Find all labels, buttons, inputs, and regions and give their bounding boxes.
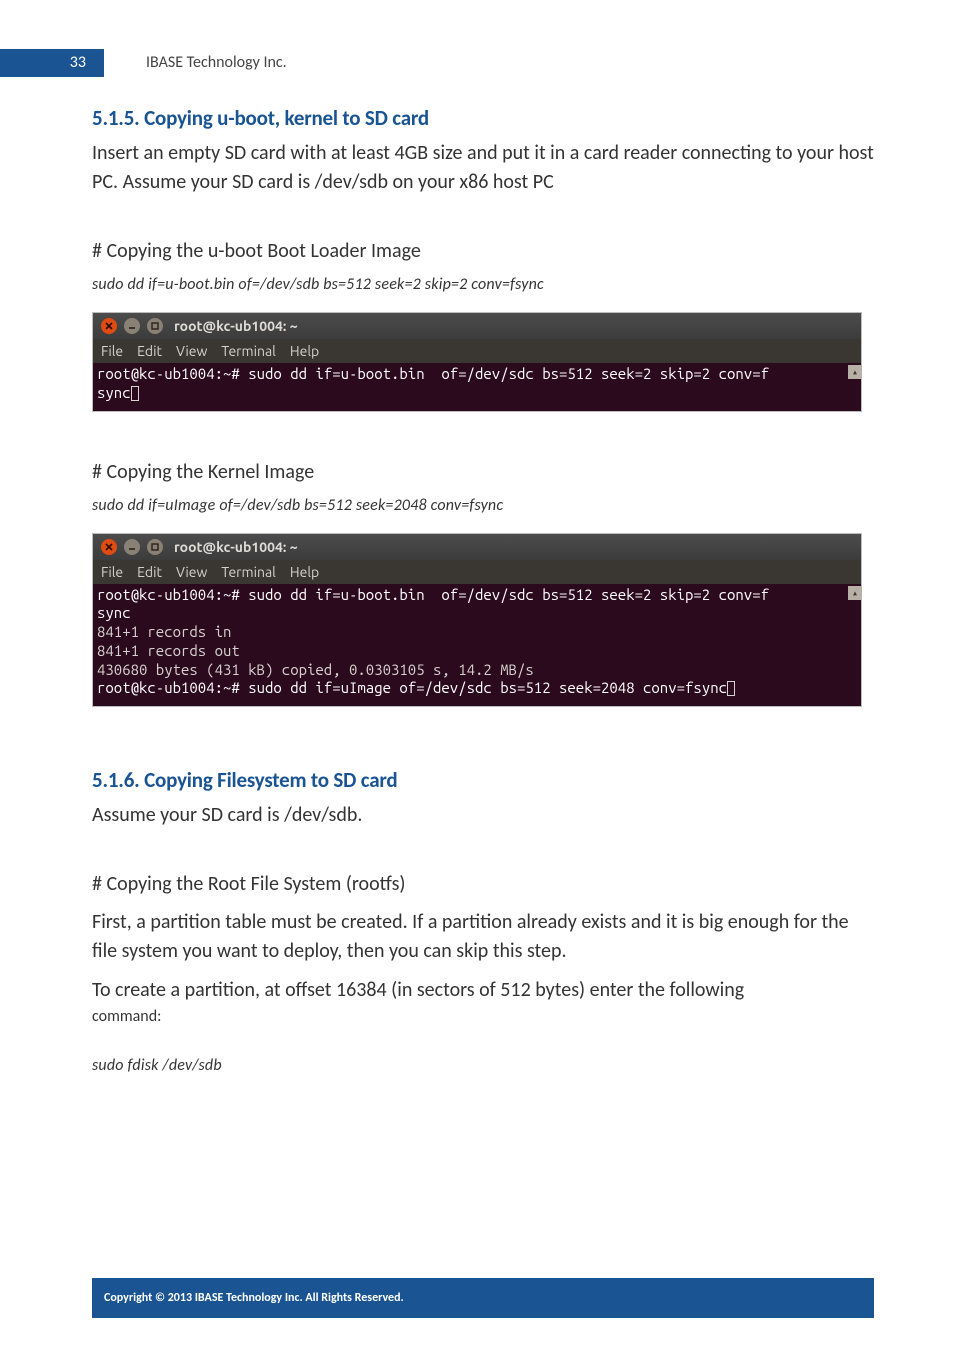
- terminal-screenshot-2: root@kc-ub1004: ~ File Edit View Termina…: [92, 533, 862, 708]
- menu-view: View: [176, 343, 207, 359]
- scroll-up-icon: ▴: [848, 586, 862, 600]
- section-516-title: 5.1.6. Copying Filesystem to SD card: [92, 767, 874, 793]
- term2-line5: 430680 bytes (431 kB) copied, 0.0303105 …: [97, 661, 534, 678]
- term2-line2: sync: [97, 604, 131, 621]
- maximize-icon: [147, 539, 163, 555]
- terminal-menubar: File Edit View Terminal Help: [93, 560, 861, 584]
- menu-file: File: [101, 564, 123, 580]
- copyright-footer: Copyright © 2013 IBASE Technology Inc. A…: [92, 1278, 874, 1318]
- term1-line2: sync: [97, 384, 131, 401]
- term2-line1: root@kc-ub1004:~# sudo dd if=u-boot.bin …: [97, 586, 769, 603]
- fdisk-command: sudo fdisk /dev/sdb: [92, 1056, 874, 1075]
- menu-help: Help: [290, 564, 319, 580]
- scroll-up-icon: ▴: [848, 365, 862, 379]
- minimize-icon: [124, 318, 140, 334]
- terminal-output: root@kc-ub1004:~# sudo dd if=u-boot.bin …: [93, 584, 861, 701]
- kernel-copy-command: sudo dd if=uImage of=/dev/sdb bs=512 see…: [92, 496, 874, 515]
- menu-file: File: [101, 343, 123, 359]
- term2-line4: 841+1 records out: [97, 642, 240, 659]
- menu-edit: Edit: [137, 343, 162, 359]
- terminal-menubar: File Edit View Terminal Help: [93, 339, 861, 363]
- term2-line6: root@kc-ub1004:~# sudo dd if=uImage of=/…: [97, 679, 727, 696]
- terminal-screenshot-1: root@kc-ub1004: ~ File Edit View Termina…: [92, 312, 862, 412]
- minimize-icon: [124, 539, 140, 555]
- term2-line3: 841+1 records in: [97, 623, 231, 640]
- uboot-copy-heading: # Copying the u-boot Boot Loader Image: [92, 237, 874, 265]
- terminal-output: root@kc-ub1004:~# sudo dd if=u-boot.bin …: [93, 363, 861, 405]
- rootfs-para-1: First, a partition table must be created…: [92, 908, 874, 966]
- menu-view: View: [176, 564, 207, 580]
- rootfs-para-2b: command:: [92, 1007, 874, 1026]
- menu-terminal: Terminal: [221, 343, 276, 359]
- cursor-icon: [727, 681, 735, 696]
- menu-terminal: Terminal: [221, 564, 276, 580]
- rootfs-copy-heading: # Copying the Root File System (rootfs): [92, 870, 874, 898]
- uboot-copy-command: sudo dd if=u-boot.bin of=/dev/sdb bs=512…: [92, 275, 874, 294]
- term1-line1: root@kc-ub1004:~# sudo dd if=u-boot.bin …: [97, 365, 769, 382]
- terminal-title-text: root@kc-ub1004: ~: [174, 539, 298, 555]
- section-516-intro: Assume your SD card is /dev/sdb.: [92, 801, 874, 830]
- maximize-icon: [147, 318, 163, 334]
- close-icon: [101, 318, 117, 334]
- section-515-title: 5.1.5. Copying u-boot, kernel to SD card: [92, 105, 874, 131]
- close-icon: [101, 539, 117, 555]
- menu-edit: Edit: [137, 564, 162, 580]
- rootfs-para-2: To create a partition, at offset 16384 (…: [92, 976, 874, 1005]
- section-515-intro: Insert an empty SD card with at least 4G…: [92, 139, 874, 197]
- page-number-badge: 33: [0, 49, 104, 77]
- terminal-titlebar: root@kc-ub1004: ~: [93, 313, 861, 339]
- terminal-title-text: root@kc-ub1004: ~: [174, 318, 298, 334]
- kernel-copy-heading: # Copying the Kernel Image: [92, 458, 874, 486]
- page-header: 33 IBASE Technology Inc.: [0, 49, 954, 77]
- terminal-titlebar: root@kc-ub1004: ~: [93, 534, 861, 560]
- cursor-icon: [131, 386, 139, 401]
- page-content: 5.1.5. Copying u-boot, kernel to SD card…: [92, 105, 874, 1093]
- menu-help: Help: [290, 343, 319, 359]
- company-name: IBASE Technology Inc.: [146, 53, 287, 72]
